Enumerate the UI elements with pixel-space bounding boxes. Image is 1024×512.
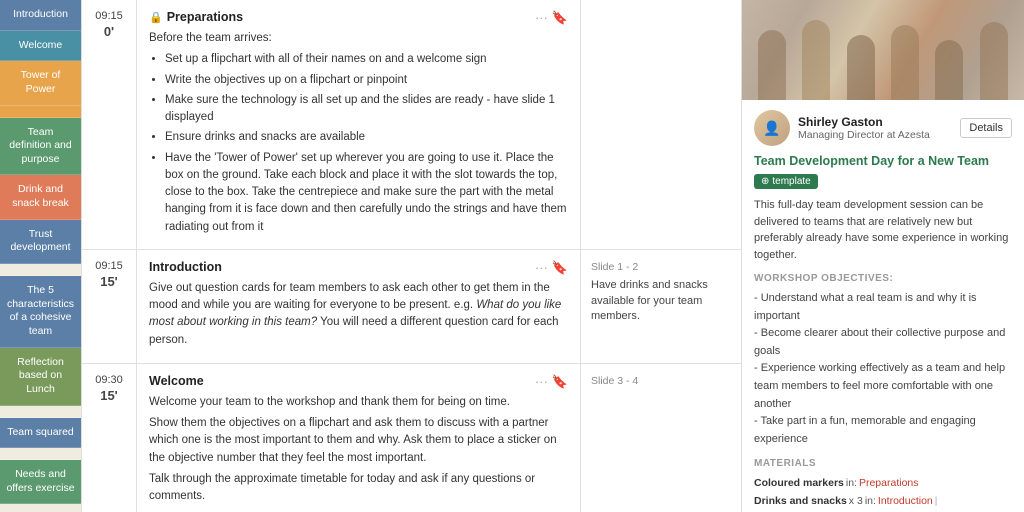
author-name: Shirley Gaston bbox=[798, 115, 952, 129]
sidebar-item-introduction[interactable]: Introduction bbox=[0, 0, 81, 31]
sidebar-item-reflection-based-on-[interactable]: Reflection based on Lunch bbox=[0, 348, 81, 406]
template-badge: ⊕template bbox=[754, 174, 818, 189]
sidebar-item-empty bbox=[0, 406, 81, 418]
slide-label-2: Slide 3 - 4 bbox=[591, 374, 731, 389]
material-item: Coloured markers in: Preparations bbox=[754, 475, 1012, 493]
sidebar-item-empty bbox=[0, 106, 81, 118]
sidebar-item-empty bbox=[0, 504, 81, 512]
workshop-title: Team Development Day for a New Team bbox=[754, 154, 1012, 168]
ellipsis-icon[interactable]: ··· bbox=[535, 10, 548, 26]
link-separator: | bbox=[935, 493, 938, 511]
bullet-item: Ensure drinks and snacks are available bbox=[165, 129, 568, 146]
workshop-description: This full-day team development session c… bbox=[754, 197, 1012, 263]
right-content: 👤 Shirley Gaston Managing Director at Az… bbox=[742, 100, 1024, 512]
material-link[interactable]: Preparations bbox=[859, 475, 919, 493]
duration-value: 15' bbox=[88, 388, 130, 403]
material-link[interactable]: Introduction bbox=[878, 493, 933, 511]
details-button[interactable]: Details bbox=[960, 118, 1012, 138]
ellipsis-icon[interactable]: ··· bbox=[535, 260, 548, 276]
session-header-0: 🔒Preparations ··· 🔖 bbox=[149, 10, 568, 30]
lock-icon: 🔒 bbox=[149, 12, 163, 24]
sidebar-item-empty bbox=[0, 448, 81, 460]
objective-item: Understand what a real team is and why i… bbox=[754, 290, 1012, 325]
sidebar-item-trust-development[interactable]: Trust development bbox=[0, 220, 81, 264]
slide-label-1: Slide 1 - 2 bbox=[591, 260, 731, 275]
body-paragraph: Talk through the approximate timetable f… bbox=[149, 471, 568, 506]
notes-text-1: Have drinks and snacks available for you… bbox=[591, 278, 731, 324]
session-time-0: 09:15 0' bbox=[82, 0, 137, 249]
bookmark-icon[interactable]: 🔖 bbox=[552, 374, 568, 390]
right-panel: 👤 Shirley Gaston Managing Director at Az… bbox=[742, 0, 1024, 512]
time-value: 09:15 bbox=[88, 10, 130, 22]
body-paragraph: Welcome your team to the workshop and th… bbox=[149, 394, 568, 411]
session-body-2: Welcome your team to the workshop and th… bbox=[149, 394, 568, 506]
body-paragraph: Before the team arrives: bbox=[149, 30, 568, 47]
session-menu-2[interactable]: ··· 🔖 bbox=[535, 374, 568, 390]
session-main-2: Welcome ··· 🔖 Welcome your team to the work… bbox=[137, 364, 581, 512]
duration-value: 0' bbox=[88, 24, 130, 39]
session-title-2: Welcome bbox=[149, 374, 204, 388]
bullet-item: Have the 'Tower of Power' set up whereve… bbox=[165, 150, 568, 236]
session-notes-0 bbox=[581, 0, 741, 249]
bullet-item: Set up a flipchart with all of their nam… bbox=[165, 51, 568, 68]
session-time-1: 09:15 15' bbox=[82, 250, 137, 363]
author-row: 👤 Shirley Gaston Managing Director at Az… bbox=[754, 110, 1012, 146]
session-body-0: Before the team arrives: Set up a flipcha… bbox=[149, 30, 568, 236]
objective-item: Become clearer about their collective pu… bbox=[754, 325, 1012, 360]
material-item: Drinks and snacks x 3 in: Introduction |… bbox=[754, 493, 1012, 512]
ellipsis-icon[interactable]: ··· bbox=[535, 374, 548, 390]
session-menu-1[interactable]: ··· 🔖 bbox=[535, 260, 568, 276]
author-info: Shirley Gaston Managing Director at Azes… bbox=[798, 115, 952, 141]
material-in: in: bbox=[846, 475, 857, 493]
material-in: in: bbox=[865, 493, 876, 511]
body-paragraph: Show them the objectives on a flipchart … bbox=[149, 415, 568, 467]
bullet-item: Make sure the technology is all set up a… bbox=[165, 92, 568, 127]
session-main-0: 🔒Preparations ··· 🔖 Before the team arrives… bbox=[137, 0, 581, 249]
sidebar-item-empty bbox=[0, 264, 81, 276]
body-paragraph: Give out question cards for team members… bbox=[149, 280, 568, 349]
sidebar-item-the-5-characteristic[interactable]: The 5 characteristics of a cohesive team bbox=[0, 276, 81, 348]
session-header-1: Introduction ··· 🔖 bbox=[149, 260, 568, 280]
main-content: 09:15 0' 🔒Preparations ··· 🔖 Before the team … bbox=[82, 0, 742, 512]
session-title-0: 🔒Preparations bbox=[149, 10, 243, 24]
sidebar: IntroductionWelcomeTower of Power Team de… bbox=[0, 0, 82, 512]
session-block-0: 09:15 0' 🔒Preparations ··· 🔖 Before the team … bbox=[82, 0, 741, 250]
session-notes-1: Slide 1 - 2 Have drinks and snacks availa… bbox=[581, 250, 741, 363]
materials-heading: MATERIALS bbox=[754, 458, 1012, 469]
session-menu-0[interactable]: ··· 🔖 bbox=[535, 10, 568, 26]
workshop-photo bbox=[742, 0, 1024, 100]
session-main-1: Introduction ··· 🔖 Give out question cards … bbox=[137, 250, 581, 363]
session-time-2: 09:30 15' bbox=[82, 364, 137, 512]
sidebar-item-drink-and-snack-brea[interactable]: Drink and snack break bbox=[0, 175, 81, 219]
material-count: x 3 bbox=[849, 493, 863, 511]
session-block-1: 09:15 15' Introduction ··· 🔖 Give out questio… bbox=[82, 250, 741, 364]
session-bullets-0: Set up a flipchart with all of their nam… bbox=[165, 51, 568, 236]
session-body-1: Give out question cards for team members… bbox=[149, 280, 568, 349]
objective-item: Experience working effectively as a team… bbox=[754, 360, 1012, 413]
time-value: 09:30 bbox=[88, 374, 130, 386]
sidebar-item-team-squared[interactable]: Team squared bbox=[0, 418, 81, 449]
author-role: Managing Director at Azesta bbox=[798, 129, 952, 141]
objectives-heading: Workshop Objectives: bbox=[754, 273, 1012, 284]
objectives-list: Understand what a real team is and why i… bbox=[754, 290, 1012, 448]
time-value: 09:15 bbox=[88, 260, 130, 272]
avatar: 👤 bbox=[754, 110, 790, 146]
bookmark-icon[interactable]: 🔖 bbox=[552, 10, 568, 26]
material-name: Coloured markers bbox=[754, 475, 844, 493]
duration-value: 15' bbox=[88, 274, 130, 289]
bullet-item: Write the objectives up on a flipchart o… bbox=[165, 72, 568, 89]
session-title-1: Introduction bbox=[149, 260, 222, 274]
sidebar-item-team-definition-and-[interactable]: Team definition and purpose bbox=[0, 118, 81, 176]
sidebar-item-tower-of-power[interactable]: Tower of Power bbox=[0, 61, 81, 105]
bookmark-icon[interactable]: 🔖 bbox=[552, 260, 568, 276]
material-name: Drinks and snacks bbox=[754, 493, 847, 511]
session-header-2: Welcome ··· 🔖 bbox=[149, 374, 568, 394]
session-block-2: 09:30 15' Welcome ··· 🔖 Welcome your team to … bbox=[82, 364, 741, 512]
sidebar-item-needs-and-offers-exe[interactable]: Needs and offers exercise bbox=[0, 460, 81, 504]
materials-list: Coloured markers in: PreparationsDrinks … bbox=[754, 475, 1012, 512]
objective-item: Take part in a fun, memorable and engagi… bbox=[754, 413, 1012, 448]
sidebar-item-welcome[interactable]: Welcome bbox=[0, 31, 81, 62]
session-notes-2: Slide 3 - 4 bbox=[581, 364, 741, 512]
